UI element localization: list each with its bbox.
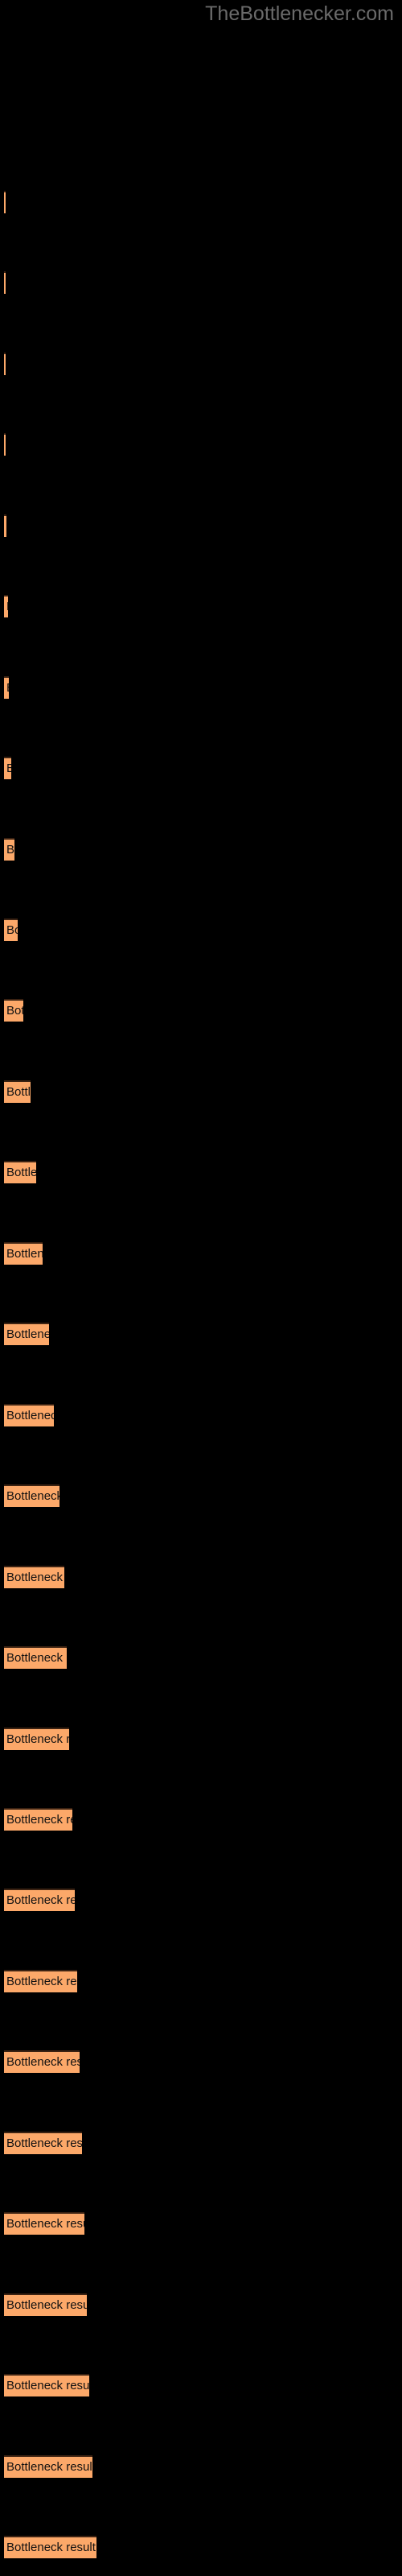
bar[interactable]: Bottleneck result: [4, 1484, 59, 1507]
bar[interactable]: Bottleneck result: [4, 514, 6, 537]
bar[interactable]: Bottleneck result: [4, 1080, 31, 1103]
bar-row: Bottleneck result: [0, 1728, 402, 1750]
bar-row: Bottleneck result: [0, 353, 402, 375]
bar-row: Bottleneck result: [0, 514, 402, 537]
bar-label: Bottleneck result: [6, 2298, 87, 2312]
bar-label: Bottleneck result: [6, 1085, 31, 1099]
bar-label: Bottleneck result: [6, 1813, 72, 1827]
bar-row: Bottleneck result: [0, 2455, 402, 2478]
bar-row: Bottleneck result: [0, 2293, 402, 2316]
bar-label: Bottleneck result: [6, 682, 9, 695]
bar-row: Bottleneck result: [0, 2374, 402, 2396]
bar[interactable]: Bottleneck result: [4, 1566, 64, 1588]
bar-label: Bottleneck result: [6, 1893, 75, 1907]
bar[interactable]: Bottleneck result: [4, 2132, 82, 2154]
bar-row: Bottleneck result: [0, 1889, 402, 1911]
bar[interactable]: Bottleneck result: [4, 353, 6, 375]
bar-label: Bottleneck result: [6, 1004, 23, 1018]
bar[interactable]: Bottleneck result: [4, 433, 6, 456]
bar-row: Bottleneck result: [0, 1242, 402, 1265]
bar[interactable]: Bottleneck result: [4, 1889, 75, 1911]
bar[interactable]: Bottleneck result: [4, 676, 9, 699]
bar[interactable]: Bottleneck result: [4, 919, 18, 941]
bar-row: Bottleneck result: [0, 1646, 402, 1669]
bar-label: Bottleneck result: [6, 1327, 49, 1341]
bar-row: Bottleneck result: [0, 1808, 402, 1831]
bar[interactable]: Bottleneck result: [4, 595, 8, 617]
bar[interactable]: Bottleneck result: [4, 2212, 84, 2235]
bar[interactable]: Bottleneck result: [4, 1323, 49, 1345]
bar-label: Bottleneck result: [6, 1732, 69, 1746]
bar-row: Bottleneck result: [0, 2536, 402, 2558]
bar[interactable]: Bottleneck result: [4, 838, 14, 861]
bar-label: Bottleneck result: [6, 1571, 64, 1584]
bar-row: Bottleneck result: [0, 2050, 402, 2073]
bar-label: Bottleneck result: [6, 2055, 80, 2069]
bar[interactable]: Bottleneck result: [4, 1242, 43, 1265]
bar[interactable]: Bottleneck result: [4, 1404, 54, 1426]
bar[interactable]: Bottleneck result: [4, 2293, 87, 2316]
bar-row: Bottleneck result: [0, 1566, 402, 1588]
bar[interactable]: Bottleneck result: [4, 191, 6, 213]
bar-label: Bottleneck result: [6, 2541, 96, 2554]
bar[interactable]: Bottleneck result: [4, 2374, 89, 2396]
bar[interactable]: Bottleneck result: [4, 999, 23, 1022]
bar[interactable]: Bottleneck result: [4, 757, 11, 779]
bar-row: Bottleneck result: [0, 676, 402, 699]
bar[interactable]: Bottleneck result: [4, 2536, 96, 2558]
bar[interactable]: Bottleneck result: [4, 2050, 80, 2073]
bar-row: Bottleneck result: [0, 1404, 402, 1426]
bar-label: Bottleneck result: [6, 2217, 84, 2231]
bar[interactable]: Bottleneck result: [4, 271, 6, 294]
horizontal-bar-chart: Bottleneck result Bottleneck result Bottle…: [0, 0, 402, 2576]
bar-label: Bottleneck result: [6, 2379, 89, 2392]
bar-row: Bottleneck result: [0, 1484, 402, 1507]
bar-row: Bottleneck result: [0, 271, 402, 294]
bar-label: Bottleneck result: [6, 843, 14, 857]
bar-row: Bottleneck result: [0, 919, 402, 941]
bar[interactable]: Bottleneck result: [4, 1728, 69, 1750]
bar[interactable]: Bottleneck result: [4, 1161, 36, 1183]
bar-row: Bottleneck result: [0, 191, 402, 213]
bar-label: Bottleneck result: [6, 1166, 36, 1179]
bar-row: Bottleneck result: [0, 757, 402, 779]
bar-label: Bottleneck result: [6, 2136, 82, 2150]
bar-row: Bottleneck result: [0, 2212, 402, 2235]
bar-row: Bottleneck result: [0, 838, 402, 861]
bar-label: Bottleneck result: [6, 1489, 59, 1503]
bar-label: Bottleneck result: [6, 2460, 92, 2474]
bottleneck-chart-page: TheBottlenecker.com Bottleneck resultBot…: [0, 0, 402, 2576]
bar-label: Bottleneck result: [6, 1651, 67, 1665]
bar-row: Bottleneck result: [0, 1970, 402, 1992]
bar[interactable]: Bottleneck result: [4, 1808, 72, 1831]
bar-label: Bottleneck result: [6, 923, 18, 937]
bar[interactable]: Bottleneck result: [4, 1970, 77, 1992]
bar[interactable]: Bottleneck result: [4, 2455, 92, 2478]
bar-label: Bottleneck result: [6, 1409, 54, 1422]
bar-label: Bottleneck result: [6, 1975, 77, 1988]
bar-label: Bottleneck result: [6, 601, 8, 613]
bar-row: Bottleneck result: [0, 999, 402, 1022]
bar[interactable]: Bottleneck result: [4, 1646, 67, 1669]
bar-row: Bottleneck result: [0, 595, 402, 617]
bar-row: Bottleneck result: [0, 1080, 402, 1103]
bar-label: Bottleneck result: [6, 1247, 43, 1261]
bar-row: Bottleneck result: [0, 2132, 402, 2154]
bar-row: Bottleneck result: [0, 1161, 402, 1183]
bar-row: Bottleneck result: [0, 1323, 402, 1345]
bar-label: Bottleneck result: [6, 762, 11, 775]
bar-row: Bottleneck result: [0, 433, 402, 456]
